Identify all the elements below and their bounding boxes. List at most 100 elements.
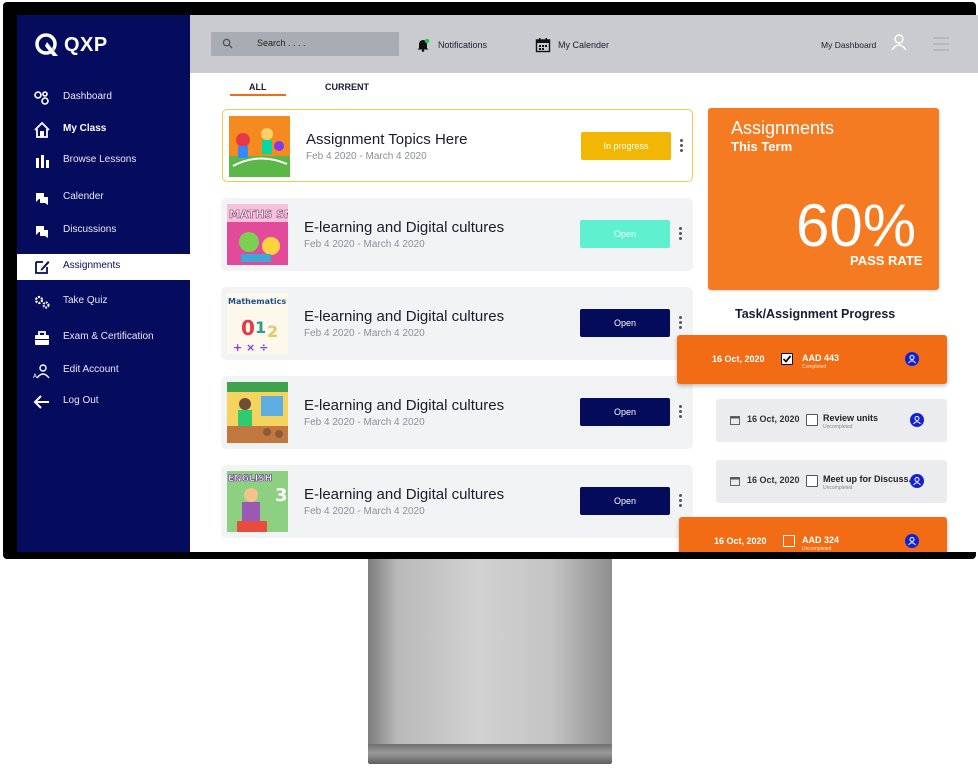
svg-text:A: A — [33, 373, 38, 380]
assignment-dates: Feb 4 2020 - March 4 2020 — [304, 328, 425, 339]
calendar-link[interactable]: My Calender — [558, 40, 609, 50]
svg-text:3: 3 — [275, 485, 288, 506]
assignment-dates: Feb 4 2020 - March 4 2020 — [304, 417, 425, 428]
bell-icon[interactable] — [416, 38, 430, 52]
task-status: Completed — [802, 364, 827, 370]
assignment-card[interactable]: MATHS SMAR E-learning and Digital cultur… — [221, 198, 693, 271]
pass-rate-value: 60% — [796, 192, 917, 259]
tab-current[interactable]: CURRENT — [325, 82, 369, 92]
sidebar-item-discussions[interactable]: Discussions — [17, 218, 190, 244]
user-icon[interactable] — [890, 33, 908, 51]
bar-chart-icon — [36, 155, 49, 168]
search-placeholder: Search . . . . — [257, 38, 306, 48]
assignment-thumbnail: ENGLISH 3 — [227, 471, 288, 532]
task-item[interactable]: 16 Oct, 2020 AAD 324 Uncompleted — [679, 517, 947, 552]
gears-icon — [34, 295, 50, 309]
sidebar-item-label: My Class — [63, 123, 107, 134]
sidebar-item-label: Exam & Certification — [63, 331, 154, 342]
sidebar-item-label: Calender — [63, 191, 104, 202]
thumbnail-text: ENGLISH — [228, 474, 272, 484]
briefcase-icon — [35, 331, 49, 345]
sidebar-item-calender[interactable]: Calender — [17, 185, 190, 211]
checkbox-icon[interactable] — [783, 535, 795, 547]
assignment-thumbnail — [229, 116, 290, 177]
tab-all-underline — [230, 94, 286, 96]
checkbox-checked-icon[interactable] — [781, 353, 793, 365]
sidebar-item-label: Log Out — [63, 395, 99, 406]
more-options-icon[interactable] — [679, 494, 683, 508]
search-input[interactable]: Search . . . . — [211, 32, 399, 56]
status-button[interactable]: Open — [580, 398, 670, 426]
monitor-stand-base — [368, 744, 612, 764]
summary-subtitle: This Term — [731, 139, 793, 154]
arrow-left-icon — [33, 395, 49, 409]
task-date: 16 Oct, 2020 — [747, 475, 800, 485]
logo[interactable]: QXP — [34, 32, 108, 58]
user-account-icon: A — [33, 364, 50, 380]
sidebar-item-log-out[interactable]: Log Out — [17, 389, 190, 415]
assignment-card[interactable]: Mathematics 0 1 2 + × ÷ E-learning and D… — [221, 287, 693, 360]
task-item[interactable]: 16 Oct, 2020 AAD 443 Completed — [677, 335, 947, 384]
assignments-summary-card: Assignments This Term 60% PASS RATE — [708, 108, 939, 290]
assignment-title: E-learning and Digital cultures — [304, 219, 505, 236]
sidebar-item-browse-lessons[interactable]: Browse Lessons — [17, 148, 190, 174]
task-item[interactable]: 16 Oct, 2020 Review units Uncompleted — [716, 399, 947, 442]
checkbox-icon[interactable] — [806, 414, 818, 426]
task-date: 16 Oct, 2020 — [747, 414, 800, 424]
assignment-title: E-learning and Digital cultures — [304, 486, 505, 503]
sidebar-item-assignments[interactable]: Assignments — [17, 254, 190, 280]
top-bar: Search . . . . Notifications My Calender… — [190, 15, 978, 73]
assignment-title: E-learning and Digital cultures — [304, 397, 505, 414]
assignee-avatar-icon — [905, 352, 919, 366]
assignment-dates: Feb 4 2020 - March 4 2020 — [304, 239, 425, 250]
task-name: AAD 324 — [802, 535, 840, 545]
assignment-thumbnail: Mathematics 0 1 2 + × ÷ — [227, 293, 288, 354]
logo-text: QXP — [64, 33, 108, 56]
svg-text:0: 0 — [241, 316, 255, 340]
assignment-dates: Feb 4 2020 - March 4 2020 — [306, 151, 427, 162]
task-status: Uncompleted — [823, 485, 853, 491]
task-date: 16 Oct, 2020 — [714, 536, 767, 546]
sidebar-item-edit-account[interactable]: A Edit Account — [17, 358, 190, 384]
status-button[interactable]: Open — [580, 309, 670, 337]
sidebar-item-my-class[interactable]: My Class — [17, 117, 190, 143]
sidebar-item-exam-certification[interactable]: Exam & Certification — [17, 325, 190, 351]
assignment-card[interactable]: Assignment Topics Here Feb 4 2020 - Marc… — [222, 109, 693, 182]
edit-icon — [35, 261, 50, 274]
more-options-icon[interactable] — [680, 139, 684, 153]
sidebar: QXP Dashboard My Class Browse Lessons Ca… — [17, 15, 190, 552]
calendar-icon[interactable] — [535, 37, 551, 53]
checkbox-icon[interactable] — [806, 475, 818, 487]
assignment-title: Assignment Topics Here — [306, 131, 468, 148]
status-button[interactable]: Open — [580, 220, 670, 248]
sidebar-item-label: Edit Account — [63, 364, 119, 375]
my-dashboard-link[interactable]: My Dashboard — [821, 40, 876, 50]
assignment-thumbnail — [227, 382, 288, 443]
assignment-thumbnail: MATHS SMAR — [227, 204, 288, 265]
assignment-card[interactable]: E-learning and Digital cultures Feb 4 20… — [221, 376, 693, 449]
assignment-card[interactable]: ENGLISH 3 E-learning and Digital culture… — [221, 465, 693, 538]
summary-title: Assignments — [731, 118, 835, 138]
task-name: Review units — [823, 413, 879, 423]
status-button[interactable]: Open — [580, 487, 670, 515]
dashboard-icon — [34, 91, 49, 105]
sidebar-item-label: Take Quiz — [63, 295, 108, 306]
svg-text:1: 1 — [255, 318, 266, 337]
task-item[interactable]: 16 Oct, 2020 Meet up for Discuss. Uncomp… — [716, 460, 947, 503]
assignee-avatar-icon — [910, 474, 924, 488]
monitor-stand — [368, 556, 612, 752]
thumbnail-text: MATHS SMAR — [229, 208, 288, 221]
task-name: Meet up for Discuss. — [823, 474, 912, 484]
sidebar-item-label: Dashboard — [63, 91, 112, 102]
sidebar-item-take-quiz[interactable]: Take Quiz — [17, 289, 190, 315]
status-button[interactable]: In progress — [581, 132, 671, 160]
notifications-link[interactable]: Notifications — [438, 40, 487, 50]
home-icon — [34, 121, 50, 138]
assignee-avatar-icon — [905, 534, 919, 548]
more-options-icon[interactable] — [679, 227, 683, 241]
task-status: Uncompleted — [823, 424, 853, 430]
sidebar-item-dashboard[interactable]: Dashboard — [17, 85, 190, 111]
more-options-icon[interactable] — [679, 405, 683, 419]
more-options-icon[interactable] — [679, 316, 683, 330]
tab-all[interactable]: ALL — [249, 82, 267, 92]
